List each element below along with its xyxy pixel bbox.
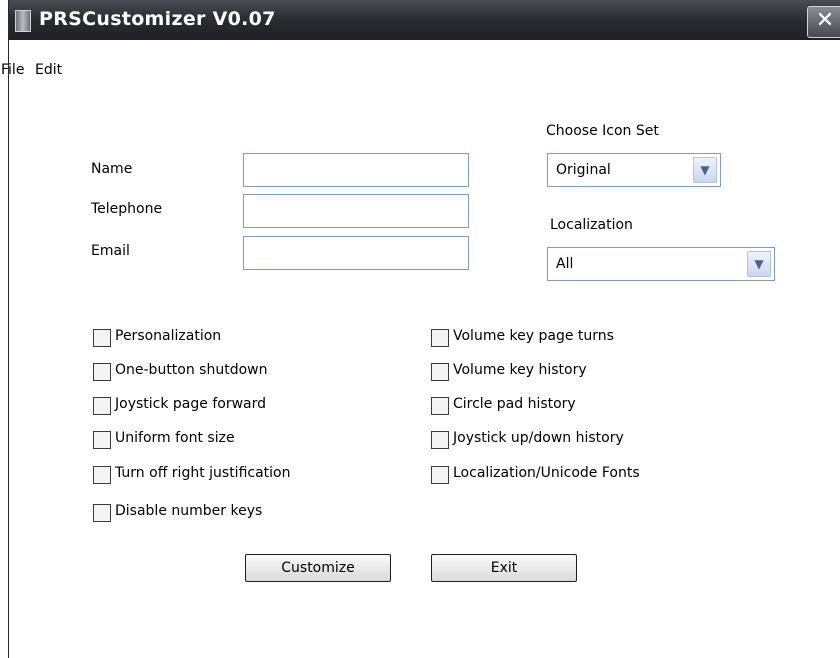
option-label: Joystick up/down history	[453, 430, 624, 446]
telephone-label: Telephone	[91, 201, 163, 217]
app-window: PRSCustomizer V0.07 ✕ File Edit Name Tel…	[1, 0, 840, 658]
icon-set-dropdown[interactable]: Original ▼	[547, 153, 721, 187]
chevron-down-icon[interactable]: ▼	[693, 157, 717, 183]
icon-set-value: Original	[556, 162, 611, 178]
email-input[interactable]	[243, 236, 469, 270]
menu-edit[interactable]: Edit	[35, 62, 62, 78]
chevron-down-icon[interactable]: ▼	[747, 251, 771, 277]
localization-value: All	[556, 256, 574, 272]
option-label: One-button shutdown	[115, 362, 268, 378]
checkbox[interactable]	[431, 329, 449, 347]
option-label: Disable number keys	[115, 503, 263, 519]
checkbox[interactable]	[93, 329, 111, 347]
checkbox[interactable]	[93, 466, 111, 484]
checkbox[interactable]	[431, 466, 449, 484]
option-label: Localization/Unicode Fonts	[453, 465, 640, 481]
window-title: PRSCustomizer V0.07	[39, 8, 276, 30]
localization-dropdown[interactable]: All ▼	[547, 247, 775, 281]
name-label: Name	[91, 161, 133, 177]
checkbox[interactable]	[93, 431, 111, 449]
close-button[interactable]: ✕	[807, 6, 840, 38]
app-icon	[15, 10, 31, 32]
checkbox[interactable]	[93, 363, 111, 381]
checkbox[interactable]	[431, 397, 449, 415]
close-icon: ✕	[815, 8, 835, 33]
name-input[interactable]	[243, 153, 469, 187]
email-label: Email	[91, 243, 130, 259]
telephone-input[interactable]	[243, 194, 469, 228]
title-bar[interactable]: PRSCustomizer V0.07 ✕	[9, 0, 840, 40]
checkbox[interactable]	[93, 504, 111, 522]
option-label: Uniform font size	[115, 430, 235, 446]
option-label: Turn off right justification	[115, 465, 291, 481]
menu-file[interactable]: File	[1, 62, 24, 78]
icon-set-label: Choose Icon Set	[546, 123, 659, 139]
option-label: Joystick page forward	[115, 396, 266, 412]
checkbox[interactable]	[431, 363, 449, 381]
option-label: Personalization	[115, 328, 222, 344]
option-label: Volume key history	[453, 362, 587, 378]
exit-button[interactable]: Exit	[431, 554, 577, 582]
option-label: Circle pad history	[453, 396, 576, 412]
checkbox[interactable]	[431, 431, 449, 449]
option-label: Volume key page turns	[453, 328, 614, 344]
localization-label: Localization	[550, 217, 633, 233]
checkbox[interactable]	[93, 397, 111, 415]
customize-button[interactable]: Customize	[245, 554, 391, 582]
